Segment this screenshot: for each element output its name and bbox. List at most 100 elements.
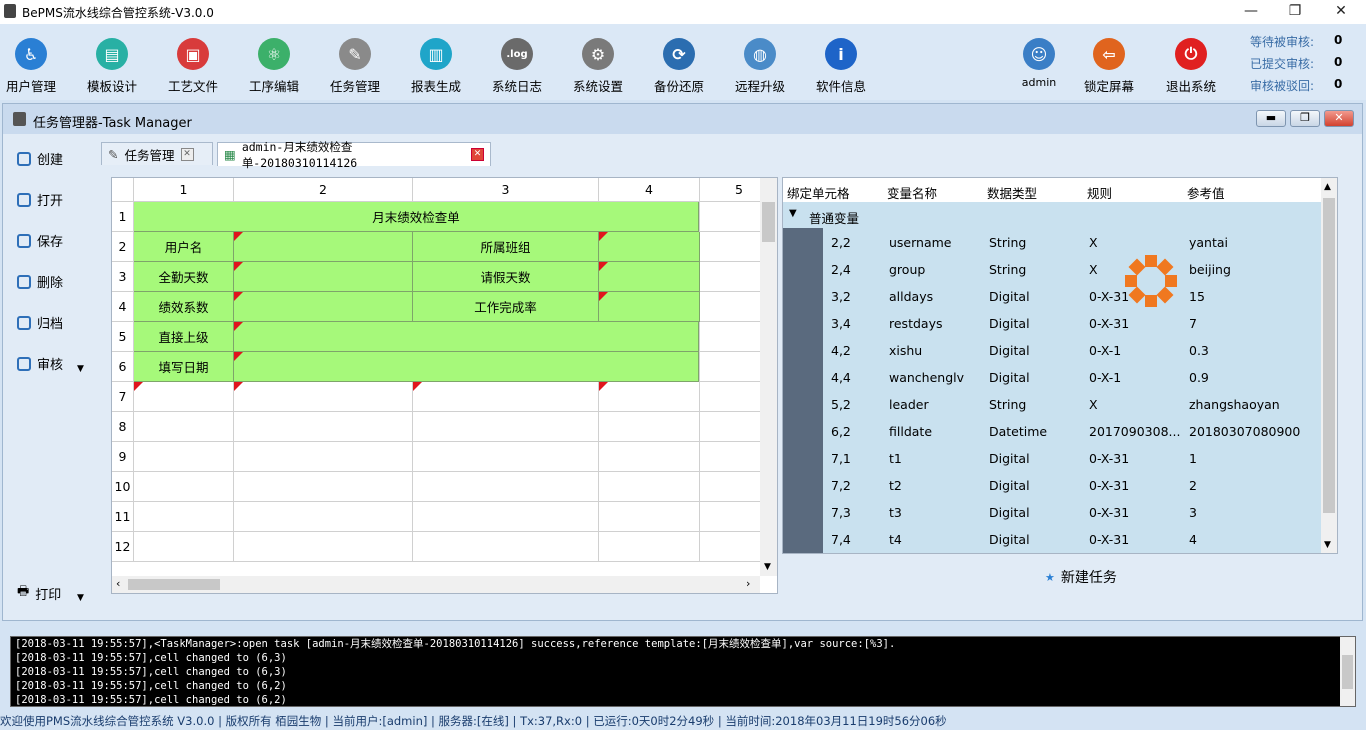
- row-header[interactable]: 7: [112, 382, 134, 412]
- tm-close-button[interactable]: ✕: [1324, 110, 1354, 127]
- toolbar-button-lock-screen[interactable]: ⇦ 锁定屏幕: [1074, 38, 1144, 100]
- new-task-button[interactable]: ★ 新建任务: [1045, 567, 1117, 587]
- variable-table-scrollbar[interactable]: ▲ ▼: [1321, 178, 1337, 553]
- tab-close-icon[interactable]: ✕: [471, 148, 484, 161]
- sidebar-print[interactable]: 🖶 打印: [17, 582, 61, 604]
- column-header[interactable]: 4: [599, 178, 700, 202]
- grid-cell[interactable]: [134, 472, 234, 502]
- column-header[interactable]: 1: [134, 178, 234, 202]
- variable-row[interactable]: 4,2 xishu Digital 0-X-1 0.3: [783, 337, 1321, 364]
- grid-cell[interactable]: [234, 442, 413, 472]
- sidebar-item-create[interactable]: 创建: [17, 149, 63, 168]
- variable-row[interactable]: 7,3 t3 Digital 0-X-31 3: [783, 499, 1321, 526]
- tab-close-icon[interactable]: ✕: [180, 147, 194, 161]
- grid-cell[interactable]: [134, 532, 234, 562]
- variable-row[interactable]: 3,2 alldays Digital 0-X-31 15: [783, 283, 1321, 310]
- row-header[interactable]: 12: [112, 532, 134, 562]
- grid-cell[interactable]: [599, 292, 700, 322]
- toolbar-button-pdf-file[interactable]: ▣ 工艺文件: [158, 38, 228, 100]
- print-dropdown-icon[interactable]: ▼: [77, 593, 84, 603]
- log-scroll-thumb[interactable]: [1342, 655, 1353, 689]
- row-header[interactable]: 6: [112, 352, 134, 382]
- grid-cell[interactable]: [234, 322, 699, 352]
- row-header[interactable]: 4: [112, 292, 134, 322]
- variable-row[interactable]: 2,2 username String Xyantai: [783, 229, 1321, 256]
- toolbar-button-user-manage[interactable]: ♿ 用户管理: [0, 38, 66, 100]
- grid-cell[interactable]: 直接上级: [134, 322, 234, 352]
- variable-row[interactable]: 4,4 wanchenglv Digital 0-X-1 0.9: [783, 364, 1321, 391]
- sidebar-item-delete[interactable]: 删除: [17, 272, 63, 291]
- column-header[interactable]: 2: [234, 178, 413, 202]
- tm-restore-button[interactable]: ❐: [1290, 110, 1320, 127]
- variable-column-header[interactable]: 规则: [1087, 183, 1112, 202]
- grid-cell[interactable]: [413, 532, 599, 562]
- grid-cell[interactable]: [234, 382, 413, 412]
- grid-cell[interactable]: [234, 532, 413, 562]
- variable-row[interactable]: 7,4 t4 Digital 0-X-31 4: [783, 526, 1321, 553]
- scroll-down-icon[interactable]: ▼: [764, 562, 771, 572]
- grid-cell[interactable]: [599, 502, 700, 532]
- scroll-right-icon[interactable]: ›: [746, 577, 750, 590]
- variable-table[interactable]: 绑定单元格 变量名称 数据类型 规则 参考值 ▼ 普通变量 ▲ ▼ 2,2 usernam…: [782, 177, 1338, 554]
- variable-row[interactable]: 2,4 group String Xbeijing: [783, 256, 1321, 283]
- grid-cell[interactable]: [413, 442, 599, 472]
- grid-cell[interactable]: [234, 292, 413, 322]
- grid-cell[interactable]: [413, 472, 599, 502]
- grid-hscroll-thumb[interactable]: [128, 579, 220, 590]
- scroll-left-icon[interactable]: ‹: [116, 577, 120, 590]
- grid-cell[interactable]: [599, 232, 700, 262]
- tab-task-manage[interactable]: ✎ 任务管理 ✕: [101, 142, 213, 165]
- variable-column-header[interactable]: 绑定单元格: [787, 183, 850, 202]
- toolbar-button-task-list[interactable]: ✎ 任务管理: [320, 38, 390, 100]
- toolbar-button-atom[interactable]: ⚛ 工序编辑: [239, 38, 309, 100]
- collapse-icon[interactable]: ▼: [789, 208, 797, 219]
- sidebar-item-review[interactable]: 审核: [17, 354, 63, 373]
- log-console[interactable]: [2018-03-11 19:55:57],<TaskManager>:open…: [10, 636, 1356, 707]
- maximize-button[interactable]: ❐: [1280, 2, 1310, 22]
- sidebar-item-archive[interactable]: 归档: [17, 313, 63, 332]
- grid-cell[interactable]: [234, 472, 413, 502]
- close-button[interactable]: ✕: [1326, 2, 1356, 22]
- variable-column-header[interactable]: 变量名称: [887, 183, 937, 202]
- grid-cell[interactable]: 工作完成率: [413, 292, 599, 322]
- grid-cell[interactable]: [413, 412, 599, 442]
- toolbar-button-report[interactable]: ▥ 报表生成: [401, 38, 471, 100]
- scroll-down-icon[interactable]: ▼: [1324, 540, 1331, 550]
- grid-cell[interactable]: [234, 352, 699, 382]
- group-row[interactable]: ▼ 普通变量: [783, 202, 1321, 229]
- spreadsheet-grid[interactable]: 1 2 3 4 5 1 2 3 4 5 6 7 8 9 10 11 12 月末绩效检查单 用户名 所属班组 全勤天数 请假…: [111, 177, 778, 594]
- toolbar-button-backup[interactable]: ⟳ 备份还原: [644, 38, 714, 100]
- variable-row[interactable]: 7,2 t2 Digital 0-X-31 2: [783, 472, 1321, 499]
- review-dropdown-icon[interactable]: ▼: [77, 364, 84, 374]
- grid-title-cell[interactable]: 月末绩效检查单: [134, 202, 699, 232]
- grid-cell[interactable]: 填写日期: [134, 352, 234, 382]
- grid-cell[interactable]: [134, 382, 234, 412]
- toolbar-button-power[interactable]: ⏻ 退出系统: [1156, 38, 1226, 100]
- grid-cell[interactable]: [134, 442, 234, 472]
- row-header[interactable]: 5: [112, 322, 134, 352]
- toolbar-button-log[interactable]: .log 系统日志: [482, 38, 552, 100]
- grid-cell[interactable]: [413, 502, 599, 532]
- grid-cell[interactable]: [234, 502, 413, 532]
- log-scrollbar[interactable]: [1340, 637, 1355, 706]
- minimize-button[interactable]: —: [1236, 2, 1266, 22]
- toolbar-button-info[interactable]: i 软件信息: [806, 38, 876, 100]
- tm-minimize-button[interactable]: ▬: [1256, 110, 1286, 127]
- grid-cell[interactable]: 请假天数: [413, 262, 599, 292]
- tab-task-document[interactable]: ▦ admin-月末绩效检查单-20180310114126 ✕: [217, 140, 491, 170]
- grid-cell[interactable]: [599, 472, 700, 502]
- grid-cell[interactable]: [413, 382, 599, 412]
- scroll-thumb[interactable]: [1323, 198, 1335, 513]
- variable-row[interactable]: 5,2 leader String Xzhangshaoyan: [783, 391, 1321, 418]
- grid-cell[interactable]: [234, 232, 413, 262]
- row-header[interactable]: 2: [112, 232, 134, 262]
- sidebar-item-save[interactable]: 保存: [17, 231, 63, 250]
- grid-cell[interactable]: 用户名: [134, 232, 234, 262]
- scroll-up-icon[interactable]: ▲: [1324, 182, 1331, 192]
- grid-cell[interactable]: [134, 502, 234, 532]
- row-header[interactable]: 8: [112, 412, 134, 442]
- grid-cell[interactable]: 全勤天数: [134, 262, 234, 292]
- grid-cell[interactable]: [234, 262, 413, 292]
- row-header[interactable]: 9: [112, 442, 134, 472]
- row-header[interactable]: 10: [112, 472, 134, 502]
